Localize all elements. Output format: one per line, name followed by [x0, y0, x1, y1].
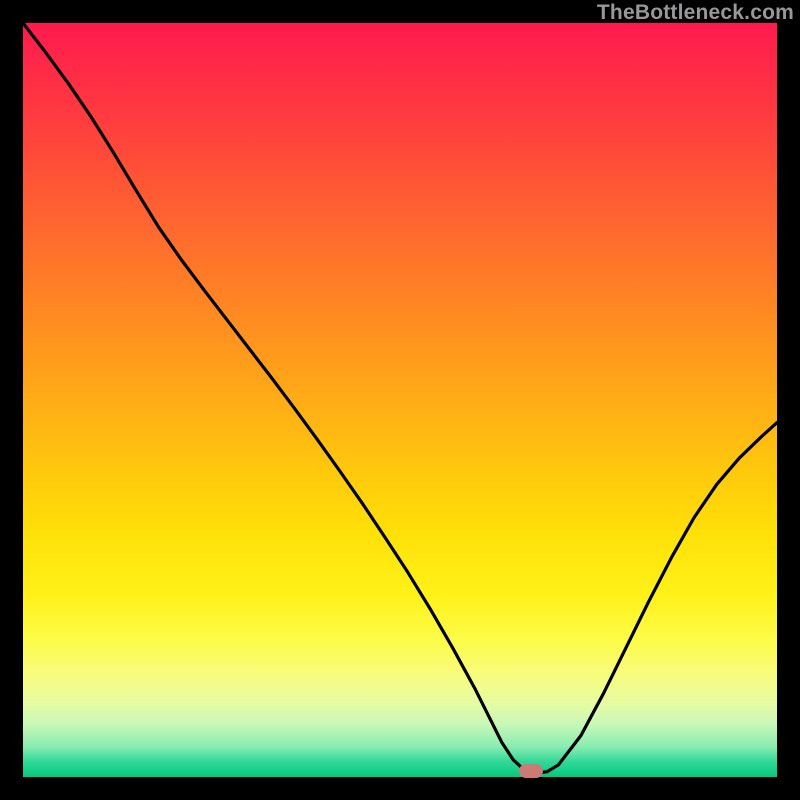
- bottleneck-curve: [23, 23, 777, 777]
- curve-path: [23, 23, 777, 773]
- watermark-text: TheBottleneck.com: [597, 1, 794, 25]
- chart-frame: TheBottleneck.com: [0, 0, 800, 800]
- optimum-marker: [519, 764, 543, 778]
